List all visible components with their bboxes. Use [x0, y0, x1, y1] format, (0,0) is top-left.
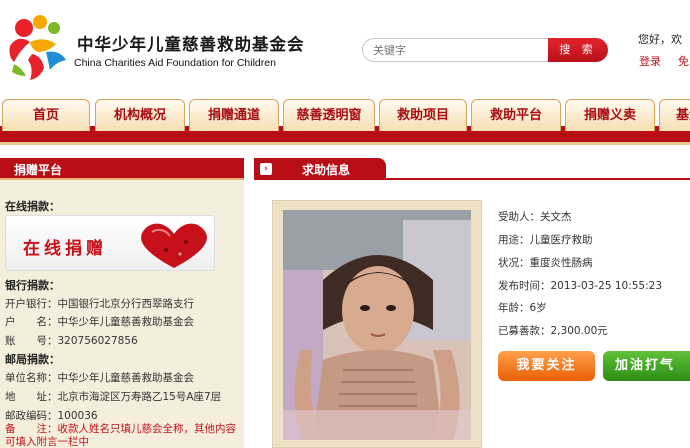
nav-tab-projects[interactable]: 救助项目 — [379, 99, 467, 131]
search-button[interactable]: 搜 索 — [548, 38, 608, 62]
heart-icon — [141, 223, 207, 268]
nav-tab-home[interactable]: 首页 — [2, 99, 90, 131]
publish-time: 发布时间：2013-03-25 10:55:23 — [498, 280, 663, 292]
aid-info-title: 求助信息 — [302, 163, 351, 177]
online-donate-label: 在线捐赠 — [23, 239, 107, 259]
donation-sidebar: 捐赠平台 在线捐款： 在线捐赠 银行捐款： 开户银行：中国银行北京分行西翠路支行… — [0, 158, 244, 448]
recipient-age: 年龄：6岁 — [498, 302, 547, 314]
org-name-en: China Charities Aid Foundation for Child… — [74, 57, 276, 69]
main-nav: 首页 机构概况 捐赠通道 慈善透明窗 救助项目 救助平台 捐赠义卖 基金 — [0, 88, 690, 152]
arrow-right-icon: › — [260, 163, 272, 175]
nav-tab-donation-channel[interactable]: 捐赠通道 — [189, 99, 279, 131]
page: 中华少年儿童慈善救助基金会 China Charities Aid Founda… — [0, 0, 690, 448]
recipient-condition: 状况：重度炎性肠病 — [498, 257, 593, 269]
org-name-cn: 中华少年儿童慈善救助基金会 — [77, 35, 305, 54]
aid-info-panel: › 求助信息 受助人：关文杰 用途：儿童医疗救助 状况：重度炎性肠病 发布时间：… — [254, 158, 690, 448]
aid-purpose: 用途：儿童医疗救助 — [498, 234, 593, 246]
register-link[interactable]: 免 — [678, 53, 689, 69]
recipient-name: 受助人：关文杰 — [498, 211, 572, 223]
nav-tab-fund[interactable]: 基金 — [659, 99, 690, 131]
login-link[interactable]: 登录 — [639, 53, 661, 69]
recipient-photo[interactable] — [283, 210, 471, 440]
nav-divider — [0, 142, 690, 145]
post-row: 地 址：北京市海淀区万寿路乙15号A座7层 — [5, 391, 222, 403]
foundation-logo[interactable] — [4, 12, 70, 82]
online-donation-label: 在线捐款： — [5, 200, 60, 213]
post-donation-label: 邮局捐款： — [5, 353, 60, 366]
bank-row: 账 号：320756027856 — [5, 335, 138, 347]
follow-button[interactable]: 我要关注 — [498, 351, 595, 381]
nav-tab-transparency[interactable]: 慈善透明窗 — [283, 99, 375, 131]
aid-info-header: › 求助信息 — [254, 158, 690, 180]
nav-tab-aid-platform[interactable]: 救助平台 — [471, 99, 561, 131]
bank-row: 户 名：中华少年儿童慈善救助基金会 — [5, 316, 194, 328]
funds-raised: 已募善款：2,300.00元 — [498, 325, 608, 337]
sidebar-title: 捐赠平台 — [14, 163, 63, 177]
cheer-button[interactable]: 加油打气 — [603, 351, 690, 381]
bank-row: 开户银行：中国银行北京分行西翠路支行 — [5, 298, 194, 310]
greeting-text: 您好，欢 — [638, 33, 682, 46]
post-row: 邮政编码：100036 — [5, 410, 98, 422]
nav-tab-charity-sale[interactable]: 捐赠义卖 — [565, 99, 655, 131]
bank-donation-label: 银行捐款： — [5, 279, 60, 292]
photo-frame — [272, 200, 482, 448]
donation-note: 备 注：收款人姓名只填儿慈会全称，其他内容可填入附言一栏中 — [5, 423, 236, 448]
site-header: 中华少年儿童慈善救助基金会 China Charities Aid Founda… — [0, 0, 690, 88]
sidebar-header: 捐赠平台 — [0, 158, 244, 180]
post-row: 单位名称：中华少年儿童慈善救助基金会 — [5, 372, 194, 384]
search-input[interactable] — [362, 38, 552, 62]
nav-tab-about[interactable]: 机构概况 — [95, 99, 185, 131]
content-area: 捐赠平台 在线捐款： 在线捐赠 银行捐款： 开户银行：中国银行北京分行西翠路支行… — [0, 152, 690, 448]
online-donate-button[interactable]: 在线捐赠 — [5, 215, 215, 271]
search-box: 搜 索 — [362, 38, 608, 62]
aid-info-tab: › 求助信息 — [254, 158, 386, 180]
